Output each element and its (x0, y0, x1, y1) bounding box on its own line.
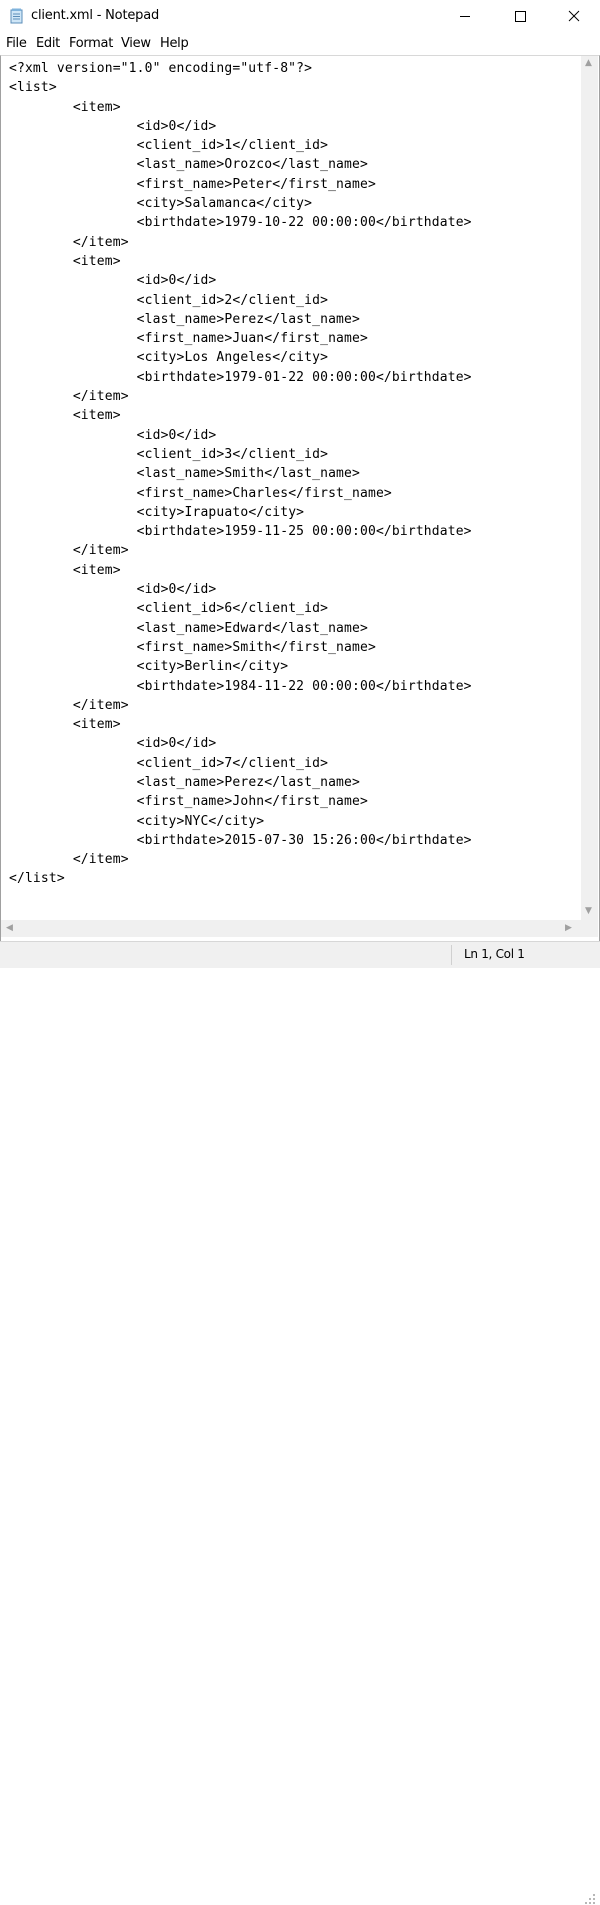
vertical-scrollbar[interactable]: ▲ ▼ (581, 56, 598, 920)
menu-help[interactable]: Help (160, 36, 189, 51)
menu-view[interactable]: View (121, 36, 151, 51)
status-bar: Ln 1, Col 1 (0, 941, 600, 1904)
document-text[interactable]: <?xml version="1.0" encoding="utf-8"?> <… (9, 59, 472, 889)
cursor-position: Ln 1, Col 1 (464, 947, 525, 961)
text-editor[interactable]: <?xml version="1.0" encoding="utf-8"?> <… (0, 55, 600, 942)
menu-edit[interactable]: Edit (36, 36, 60, 51)
notepad-icon (9, 8, 25, 24)
close-icon (568, 10, 580, 22)
maximize-icon (515, 11, 526, 22)
scroll-down-icon[interactable]: ▼ (585, 906, 592, 916)
menu-format[interactable]: Format (69, 36, 113, 51)
scroll-left-icon[interactable]: ◀ (6, 923, 13, 933)
title-bar[interactable]: client.xml - Notepad (0, 0, 600, 33)
minimize-icon (460, 16, 470, 17)
menu-file[interactable]: File (6, 36, 27, 51)
scroll-up-icon[interactable]: ▲ (585, 58, 592, 68)
minimize-button[interactable] (438, 0, 492, 33)
status-divider (451, 945, 452, 965)
maximize-button[interactable] (492, 0, 546, 33)
scrollbar-corner (581, 920, 598, 937)
notepad-window: client.xml - Notepad File Edit Format Vi… (0, 0, 600, 1904)
window-title: client.xml - Notepad (31, 8, 160, 23)
close-button[interactable] (546, 0, 600, 33)
resize-grip-icon[interactable] (584, 1893, 596, 1905)
scroll-right-icon[interactable]: ▶ (565, 923, 572, 933)
horizontal-scrollbar[interactable]: ◀ ▶ (1, 920, 581, 937)
menu-bar: File Edit Format View Help (0, 33, 600, 55)
